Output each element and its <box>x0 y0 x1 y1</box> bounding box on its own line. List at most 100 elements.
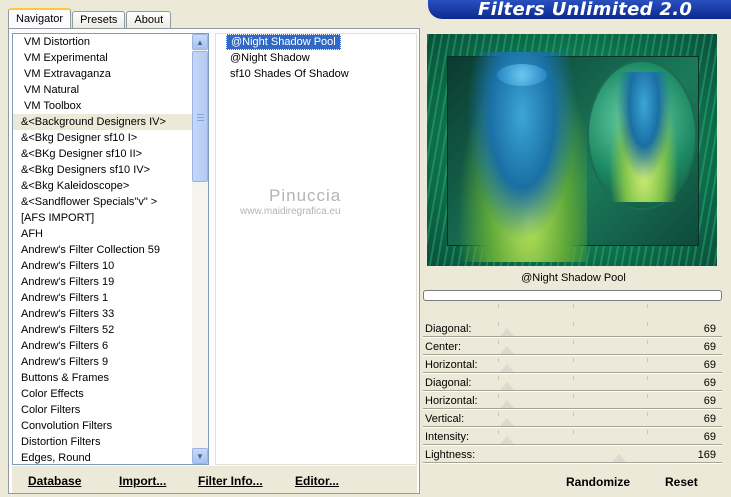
category-item[interactable]: Andrew's Filters 33 <box>13 306 194 322</box>
import-button[interactable]: Import... <box>119 474 166 488</box>
scroll-down-button[interactable]: ▼ <box>192 448 208 464</box>
grip-icon <box>197 114 204 121</box>
slider-value: 69 <box>703 413 716 425</box>
slider-tick <box>573 304 574 308</box>
tab-presets[interactable]: Presets <box>72 11 126 28</box>
preview-figure-reflection <box>609 72 679 202</box>
slider-thumb[interactable] <box>500 436 514 444</box>
category-item[interactable]: [AFS IMPORT] <box>13 210 194 226</box>
progress-bar <box>423 290 722 301</box>
slider-thumb[interactable] <box>500 400 514 408</box>
slider-value: 69 <box>703 431 716 443</box>
bottom-toolbar: Database Import... Filter Info... Editor… <box>12 466 417 493</box>
category-item[interactable]: Convolution Filters <box>13 418 194 434</box>
chevron-down-icon: ▼ <box>196 451 204 461</box>
filter-item[interactable]: @Night Shadow <box>226 50 314 66</box>
category-item[interactable]: VM Natural <box>13 82 194 98</box>
scroll-up-button[interactable]: ▲ <box>192 34 208 50</box>
category-item[interactable]: Andrew's Filter Collection 59 <box>13 242 194 258</box>
category-item[interactable]: &<Bkg Kaleidoscope> <box>13 178 194 194</box>
filter-row: sf10 Shades Of Shadow <box>216 66 416 82</box>
slider-label: Lightness: <box>425 449 476 461</box>
slider-thumb[interactable] <box>500 364 514 372</box>
randomize-button[interactable]: Randomize <box>566 475 630 489</box>
category-item[interactable]: &<Bkg Designer sf10 I> <box>13 130 194 146</box>
slider-label: Horizontal: <box>425 395 478 407</box>
slider-label: Intensity: <box>425 431 470 443</box>
database-button[interactable]: Database <box>28 474 81 488</box>
parameter-sliders: Diagonal: 69 Center: 69 Horizontal: 69 Diagona… <box>423 304 722 464</box>
slider-tick <box>498 358 499 362</box>
slider-label: Center: <box>425 341 462 353</box>
slider-tick <box>498 394 499 398</box>
category-item[interactable]: VM Toolbox <box>13 98 194 114</box>
filter-info-button[interactable]: Filter Info... <box>198 474 263 488</box>
category-item[interactable]: Color Filters <box>13 402 194 418</box>
slider-thumb[interactable] <box>612 454 626 462</box>
category-item[interactable]: Andrew's Filters 19 <box>13 274 194 290</box>
category-item[interactable]: VM Experimental <box>13 50 194 66</box>
slider-tick <box>647 394 648 398</box>
slider-value: 69 <box>703 359 716 371</box>
slider-value: 69 <box>703 395 716 407</box>
slider-tick <box>647 376 648 380</box>
category-item[interactable]: AFH <box>13 226 194 242</box>
filter-list[interactable]: @Night Shadow Pool @Night Shadow sf10 Shad… <box>215 33 417 465</box>
category-item[interactable]: Andrew's Filters 52 <box>13 322 194 338</box>
slider-value: 69 <box>703 341 716 353</box>
category-item[interactable]: Andrew's Filters 1 <box>13 290 194 306</box>
category-item[interactable]: Edges, Round <box>13 450 194 464</box>
filter-preview-image <box>427 34 717 266</box>
preview-hat <box>497 64 547 86</box>
category-item[interactable]: VM Distortion <box>13 34 194 50</box>
category-item[interactable]: Andrew's Filters 6 <box>13 338 194 354</box>
filter-row: @Night Shadow <box>216 50 416 66</box>
filter-item[interactable]: sf10 Shades Of Shadow <box>226 66 353 82</box>
category-item[interactable]: &<Bkg Designers sf10 IV> <box>13 162 194 178</box>
slider-row: Lightness: 169 <box>423 430 722 464</box>
slider-tick <box>498 430 499 434</box>
slider-tick <box>498 412 499 416</box>
scroll-thumb[interactable] <box>192 51 208 182</box>
slider-tick <box>573 430 574 434</box>
category-scrollbar[interactable]: ▲ ▼ <box>192 34 208 464</box>
parameter-panel: @Night Shadow Pool Diagonal: 69 Center: 69 H… <box>421 266 726 497</box>
slider-thumb[interactable] <box>500 382 514 390</box>
tab-about[interactable]: About <box>126 11 172 28</box>
slider-label: Horizontal: <box>425 359 478 371</box>
slider-tick <box>647 412 648 416</box>
category-item[interactable]: Andrew's Filters 9 <box>13 354 194 370</box>
category-item[interactable]: &<BKg Designer sf10 II> <box>13 146 194 162</box>
slider-tick <box>573 376 574 380</box>
category-item[interactable]: Color Effects <box>13 386 194 402</box>
watermark-url: www.maidiregrafica.eu <box>240 206 341 217</box>
editor-button[interactable]: Editor... <box>295 474 339 488</box>
filter-row: @Night Shadow Pool <box>216 34 416 50</box>
slider-thumb[interactable] <box>500 346 514 354</box>
category-list[interactable]: VM Distortion VM Experimental VM Extravaga… <box>12 33 209 465</box>
category-item[interactable]: Andrew's Filters 10 <box>13 258 194 274</box>
category-item[interactable]: &<Sandflower Specials"v" > <box>13 194 194 210</box>
slider-track[interactable] <box>423 462 722 464</box>
slider-thumb[interactable] <box>500 328 514 336</box>
slider-label: Diagonal: <box>425 377 472 389</box>
watermark-name: Pinuccia <box>269 186 342 205</box>
category-item[interactable]: VM Extravaganza <box>13 66 194 82</box>
slider-label: Diagonal: <box>425 323 472 335</box>
category-items: VM Distortion VM Experimental VM Extravaga… <box>13 34 194 464</box>
slider-thumb[interactable] <box>500 418 514 426</box>
category-item[interactable]: &<Background Designers IV> <box>13 114 194 130</box>
slider-tick <box>573 394 574 398</box>
slider-tick <box>573 412 574 416</box>
slider-tick <box>647 322 648 326</box>
slider-value: 169 <box>697 449 716 461</box>
app-title-banner: Filters Unlimited 2.0 <box>428 0 731 19</box>
reset-button[interactable]: Reset <box>665 475 698 489</box>
slider-tick <box>498 340 499 344</box>
chevron-up-icon: ▲ <box>196 37 204 47</box>
tab-navigator[interactable]: Navigator <box>8 8 72 28</box>
category-item[interactable]: Buttons & Frames <box>13 370 194 386</box>
category-item[interactable]: Distortion Filters <box>13 434 194 450</box>
slider-tick <box>498 376 499 380</box>
filter-item[interactable]: @Night Shadow Pool <box>226 34 341 50</box>
